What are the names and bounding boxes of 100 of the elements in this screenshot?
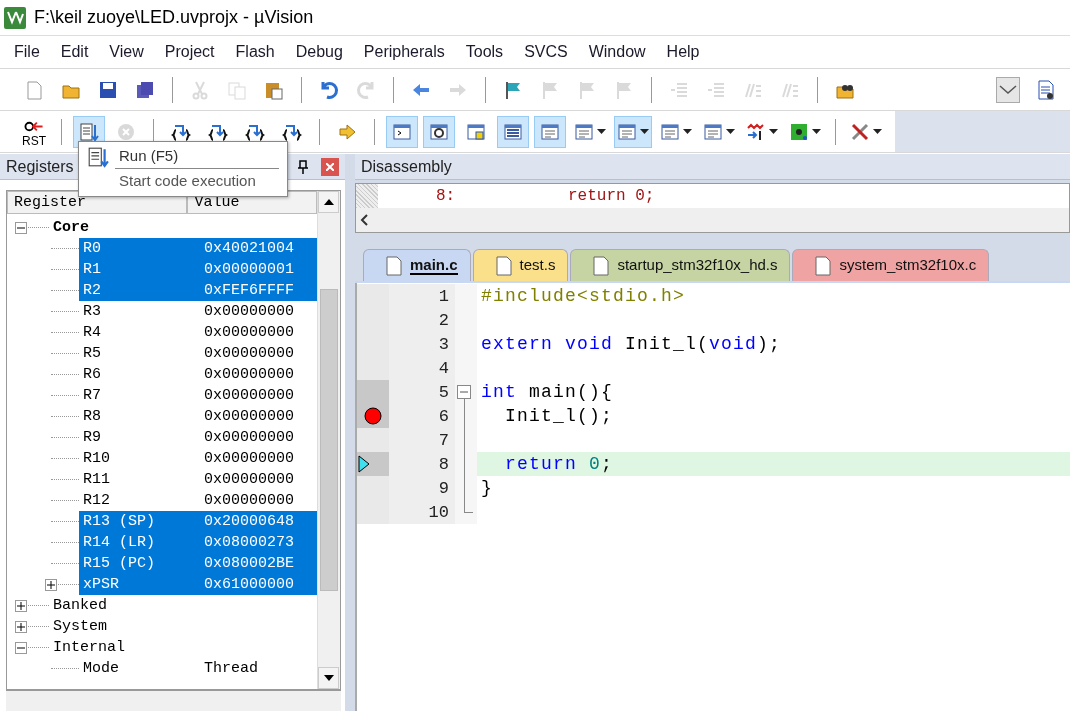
caret-icon bbox=[873, 129, 882, 134]
breakpoint-gutter[interactable] bbox=[357, 452, 389, 476]
undo-icon bbox=[319, 79, 339, 100]
close-icon bbox=[326, 162, 334, 171]
register-name: R6 bbox=[82, 366, 101, 383]
register-row[interactable]: Internal bbox=[49, 637, 317, 658]
collapse-toggle[interactable] bbox=[15, 641, 27, 654]
register-row[interactable]: R5 0x00000000 bbox=[79, 343, 317, 364]
menu-item[interactable]: Flash bbox=[235, 43, 275, 61]
line-number: 4 bbox=[389, 356, 455, 380]
register-row[interactable]: R12 0x00000000 bbox=[79, 490, 317, 511]
register-row[interactable]: R9 0x00000000 bbox=[79, 427, 317, 448]
collapse-toggle[interactable] bbox=[15, 221, 27, 234]
register-name: R9 bbox=[82, 429, 101, 446]
register-row[interactable]: System bbox=[49, 616, 317, 637]
menu-item[interactable]: Debug bbox=[295, 43, 343, 61]
run-icon bbox=[87, 146, 109, 168]
tree-connector bbox=[51, 437, 79, 438]
window-title: F:\keil zuoye\LED.uvprojx - µVision bbox=[34, 7, 314, 28]
expand-toggle[interactable] bbox=[15, 620, 27, 633]
fold-toggle[interactable] bbox=[457, 385, 471, 399]
file-tab[interactable]: startup_stm32f10x_hd.s bbox=[570, 249, 791, 281]
line-number: 3 bbox=[389, 332, 455, 356]
file-tab[interactable]: main.c bbox=[363, 249, 471, 281]
register-row[interactable]: Mode Thread bbox=[79, 658, 317, 679]
register-row[interactable]: R14 (LR) 0x08000273 bbox=[79, 532, 317, 553]
register-row[interactable]: R10 0x00000000 bbox=[79, 448, 317, 469]
register-value: 0x00000000 bbox=[204, 324, 294, 341]
plus-icon bbox=[17, 601, 25, 610]
scroll-up-button[interactable] bbox=[318, 191, 339, 213]
register-row[interactable]: R7 0x00000000 bbox=[79, 385, 317, 406]
file-tab[interactable]: test.s bbox=[472, 249, 569, 281]
menu-item[interactable]: SVCS bbox=[524, 43, 568, 61]
reset-button[interactable]: RST bbox=[18, 115, 50, 148]
toolbar-button[interactable] bbox=[497, 115, 529, 148]
register-name: R10 bbox=[82, 450, 110, 467]
line-number: 10 bbox=[389, 500, 455, 524]
caret-icon bbox=[683, 129, 692, 134]
register-name: Mode bbox=[82, 660, 119, 677]
panel-title: Registers bbox=[6, 157, 74, 176]
tree-connector bbox=[51, 458, 79, 459]
tree-connector bbox=[28, 647, 49, 648]
expand-toggle[interactable] bbox=[45, 578, 57, 591]
register-row[interactable]: Core bbox=[49, 217, 317, 238]
breakpoint-gutter[interactable] bbox=[357, 404, 389, 428]
scroll-left-icon[interactable] bbox=[360, 214, 368, 226]
breakpoint-icon[interactable] bbox=[364, 407, 382, 425]
menu-item[interactable]: Tools bbox=[465, 43, 504, 61]
menu-item[interactable]: Edit bbox=[60, 43, 89, 61]
register-value: 0x00000000 bbox=[204, 471, 294, 488]
close-button[interactable] bbox=[321, 157, 339, 176]
disassembly-code: return 0; bbox=[568, 187, 655, 205]
register-row[interactable]: xPSR 0x61000000 bbox=[79, 574, 317, 595]
new-file-icon bbox=[24, 79, 44, 100]
menu-item[interactable]: Help bbox=[666, 43, 700, 61]
menu-item[interactable]: Project bbox=[164, 43, 215, 61]
file-tab[interactable]: system_stm32f10x.c bbox=[792, 249, 990, 281]
register-row[interactable]: Banked bbox=[49, 595, 317, 616]
file-icon bbox=[815, 255, 832, 276]
expand-toggle[interactable] bbox=[15, 599, 27, 612]
analysis-icon bbox=[703, 121, 723, 142]
register-name: Banked bbox=[52, 597, 107, 614]
menu-item[interactable]: View bbox=[109, 43, 144, 61]
tree-connector bbox=[51, 311, 79, 312]
register-row[interactable]: R4 0x00000000 bbox=[79, 322, 317, 343]
dropdown-button[interactable] bbox=[996, 76, 1020, 103]
register-value: 0x20000648 bbox=[204, 513, 294, 530]
register-row[interactable]: R6 0x00000000 bbox=[79, 364, 317, 385]
register-name: System bbox=[52, 618, 107, 635]
register-row[interactable]: R3 0x00000000 bbox=[79, 301, 317, 322]
register-row[interactable]: R13 (SP) 0x20000648 bbox=[79, 511, 317, 532]
stop-icon bbox=[116, 121, 136, 142]
arrow-right-icon bbox=[337, 121, 357, 142]
pin-button[interactable] bbox=[295, 157, 311, 176]
minus-icon bbox=[460, 391, 468, 393]
vertical-scrollbar[interactable] bbox=[317, 191, 340, 689]
register-value: 0x00000000 bbox=[204, 450, 294, 467]
register-row[interactable]: R2 0xFEF6FFFF bbox=[79, 280, 317, 301]
toolbar-button[interactable] bbox=[423, 115, 455, 148]
register-name: R3 bbox=[82, 303, 101, 320]
caret-icon bbox=[597, 129, 606, 134]
register-value: 0x00000000 bbox=[204, 408, 294, 425]
horizontal-scrollbar[interactable] bbox=[356, 208, 1069, 232]
register-row[interactable]: R11 0x00000000 bbox=[79, 469, 317, 490]
menu-item[interactable]: Window bbox=[588, 43, 646, 61]
register-row[interactable]: R8 0x00000000 bbox=[79, 406, 317, 427]
source-line-number: 8: bbox=[436, 187, 457, 205]
register-value: 0x00000000 bbox=[204, 366, 294, 383]
tree-connector bbox=[51, 500, 79, 501]
menu-item[interactable]: Peripherals bbox=[363, 43, 445, 61]
register-row[interactable]: R1 0x00000001 bbox=[79, 259, 317, 280]
symbols-window-icon bbox=[466, 121, 486, 142]
register-row[interactable]: R0 0x40021004 bbox=[79, 238, 317, 259]
scroll-down-button[interactable] bbox=[318, 667, 339, 689]
scrollbar-thumb[interactable] bbox=[320, 289, 338, 591]
register-row[interactable]: R15 (PC) 0x080002BE bbox=[79, 553, 317, 574]
register-name: xPSR bbox=[82, 576, 119, 593]
system-viewer-icon bbox=[789, 121, 809, 142]
plus-icon bbox=[17, 622, 25, 631]
menu-item[interactable]: File bbox=[14, 43, 40, 61]
